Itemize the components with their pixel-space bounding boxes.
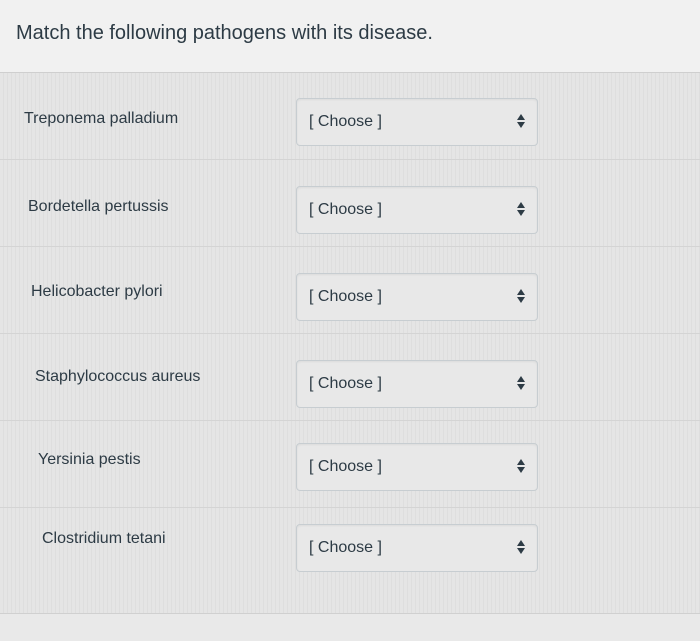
select-value: [ Choose ]: [309, 113, 382, 130]
disease-select[interactable]: [ Choose ]: [296, 524, 538, 572]
select-arrows-icon: [517, 287, 525, 307]
select-arrows-icon: [517, 457, 525, 477]
pathogen-label: Staphylococcus aureus: [35, 368, 201, 385]
answer-row: Yersinia pestis [ Choose ]: [0, 421, 700, 508]
select-value: [ Choose ]: [309, 539, 382, 556]
pathogen-label: Clostridium tetani: [42, 530, 166, 547]
answer-row: Staphylococcus aureus [ Choose ]: [0, 334, 700, 421]
select-arrows-icon: [517, 112, 525, 132]
disease-select[interactable]: [ Choose ]: [296, 98, 538, 146]
disease-select[interactable]: [ Choose ]: [296, 273, 538, 321]
select-value: [ Choose ]: [309, 288, 382, 305]
answer-list: Treponema palladium [ Choose ] Bordetell…: [0, 73, 700, 613]
answer-row: Bordetella pertussis [ Choose ]: [0, 160, 700, 247]
answer-row: Treponema palladium [ Choose ]: [0, 73, 700, 160]
pathogen-label: Helicobacter pylori: [31, 283, 163, 300]
select-arrows-icon: [517, 374, 525, 394]
question-header: Match the following pathogens with its d…: [0, 0, 700, 73]
pathogen-label: Bordetella pertussis: [28, 198, 169, 215]
select-arrows-icon: [517, 200, 525, 220]
disease-select[interactable]: [ Choose ]: [296, 443, 538, 491]
question-text: Match the following pathogens with its d…: [16, 22, 433, 44]
answer-row: Helicobacter pylori [ Choose ]: [0, 247, 700, 334]
pathogen-label: Yersinia pestis: [38, 451, 141, 468]
pathogen-label: Treponema palladium: [24, 110, 179, 127]
answer-row: Clostridium tetani [ Choose ]: [0, 508, 700, 594]
question-panel: Match the following pathogens with its d…: [0, 0, 700, 641]
question-footer: [0, 613, 700, 641]
disease-select[interactable]: [ Choose ]: [296, 186, 538, 234]
select-value: [ Choose ]: [309, 201, 382, 218]
select-arrows-icon: [517, 538, 525, 558]
select-value: [ Choose ]: [309, 375, 382, 392]
select-value: [ Choose ]: [309, 458, 382, 475]
disease-select[interactable]: [ Choose ]: [296, 360, 538, 408]
